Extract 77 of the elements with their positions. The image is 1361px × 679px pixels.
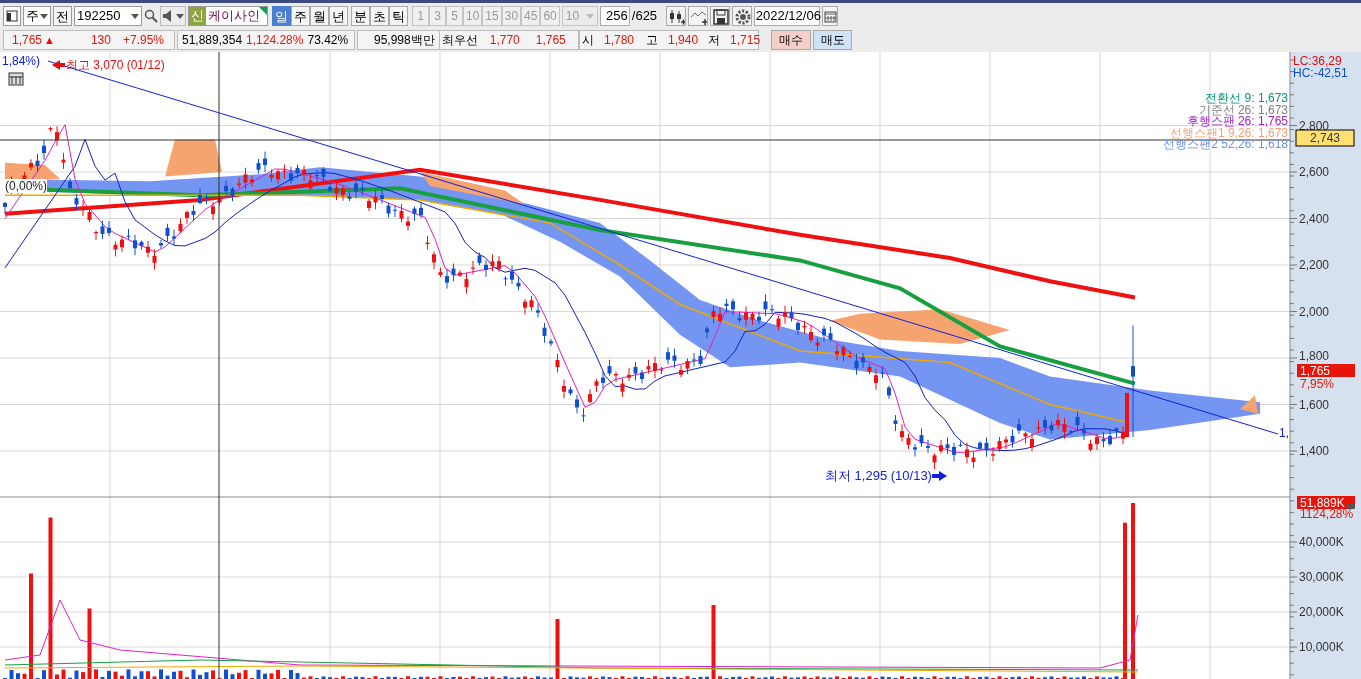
- low-price-note: 최저 1,295 (10/13): [825, 468, 932, 483]
- buy-button[interactable]: 매수: [771, 30, 811, 50]
- open-price: 1,780: [604, 32, 635, 49]
- search-icon[interactable]: [144, 9, 158, 23]
- indicator-legend-text: 전환선 9: 1,673: [1205, 91, 1288, 105]
- hc-label: HC:-42,51: [1293, 66, 1348, 80]
- high-label: 고: [646, 32, 659, 49]
- price-axis-label: 2,200: [1299, 258, 1330, 272]
- count-field[interactable]: 256: [599, 6, 630, 26]
- volume-value: 51,889,354: [182, 32, 243, 49]
- corner-marker-icon: [259, 7, 267, 15]
- chart-window-icon[interactable]: [3, 6, 21, 26]
- caret-icon[interactable]: [40, 13, 48, 19]
- period-tab[interactable]: 일: [272, 6, 291, 26]
- date-field[interactable]: 2022/12/06: [753, 6, 820, 26]
- current-rate-value: 7,95%: [1300, 377, 1335, 391]
- prefix-button[interactable]: 전: [53, 6, 72, 26]
- percent-label: 1,84%): [2, 54, 41, 68]
- price-axis-label: 1,600: [1299, 397, 1330, 412]
- save-icon[interactable]: [709, 6, 730, 26]
- percent-label: (0,00%): [5, 179, 48, 193]
- period-tab[interactable]: 년: [329, 6, 348, 26]
- price-value: 1,765: [12, 32, 43, 49]
- best-bid: 1,765: [535, 32, 566, 49]
- volume-axis-label: 40,000K: [1299, 535, 1344, 549]
- volume-axis-label: 30,000K: [1299, 570, 1344, 584]
- market-select[interactable]: 주: [23, 6, 51, 26]
- volume-rate-value: 1124,28%: [1300, 507, 1354, 521]
- candle-add-icon[interactable]: [665, 6, 686, 26]
- change-rate: +7.95%: [122, 32, 164, 49]
- high-price-note: 최고 3,070 (01/12): [66, 58, 165, 72]
- line-add-icon[interactable]: [687, 6, 708, 26]
- indicator-legend-text: 후행스팬 26: 1,765: [1186, 114, 1288, 128]
- stock-name-field[interactable]: 신 케이사인: [188, 6, 268, 26]
- price-line-tag: 2,743: [1295, 129, 1355, 147]
- pointer-arrow: [932, 471, 947, 481]
- new-listing-badge: 신: [189, 7, 206, 25]
- price-axis-label: 2,000: [1299, 304, 1330, 319]
- low-label: 저: [708, 32, 721, 49]
- grid-icon: [8, 72, 24, 86]
- lc-label: LC:36,29: [1293, 54, 1342, 68]
- price-axis-label: 1,400: [1299, 444, 1330, 458]
- speaker-button[interactable]: [160, 6, 186, 26]
- trade-amount: 95,998백만: [374, 32, 435, 49]
- price-axis-label: 2,400: [1299, 211, 1330, 226]
- pointer-arrow: [52, 60, 65, 70]
- caret-icon[interactable]: [131, 13, 139, 19]
- best-price-label: 최우선: [438, 31, 478, 49]
- volume-rate: 1,124.28%: [246, 32, 304, 49]
- turnover-rate: 73.42%: [307, 32, 349, 49]
- calendar-icon[interactable]: [821, 6, 838, 26]
- period-tab[interactable]: 틱: [389, 6, 408, 26]
- speaker-icon[interactable]: [162, 10, 173, 22]
- settings-icon[interactable]: [731, 6, 752, 26]
- low-price: 1,715: [730, 32, 761, 49]
- change-value: 130: [90, 32, 111, 49]
- volume-axis-label: 20,000K: [1299, 605, 1344, 619]
- up-arrow: ▲: [44, 32, 55, 48]
- period-tab[interactable]: 초: [370, 6, 389, 26]
- sell-button[interactable]: 매도: [813, 30, 852, 50]
- volume-axis-label: 10,000K: [1299, 640, 1344, 654]
- trend-value-label: 1,: [1279, 426, 1289, 440]
- stock-name: 케이사인: [207, 7, 260, 26]
- best-ask: 1,770: [489, 32, 520, 49]
- stock-code-field[interactable]: 192250: [74, 6, 142, 26]
- volume-tag: 51,889K: [1297, 496, 1355, 510]
- total-count: /625: [631, 7, 659, 26]
- indicator-legend-text: 선행스팬2 52,26: 1,618: [1163, 137, 1288, 151]
- price-axis-label: 1,800: [1299, 349, 1330, 363]
- current-price-tag: 1,765: [1297, 364, 1355, 378]
- caret-icon[interactable]: [175, 13, 184, 19]
- period-tab[interactable]: 분: [351, 6, 370, 26]
- period-tab[interactable]: 월: [310, 6, 329, 26]
- period-tab[interactable]: 주: [291, 6, 310, 26]
- open-label: 시: [582, 32, 594, 49]
- price-axis-label: 2,600: [1299, 165, 1330, 179]
- high-price: 1,940: [668, 32, 699, 49]
